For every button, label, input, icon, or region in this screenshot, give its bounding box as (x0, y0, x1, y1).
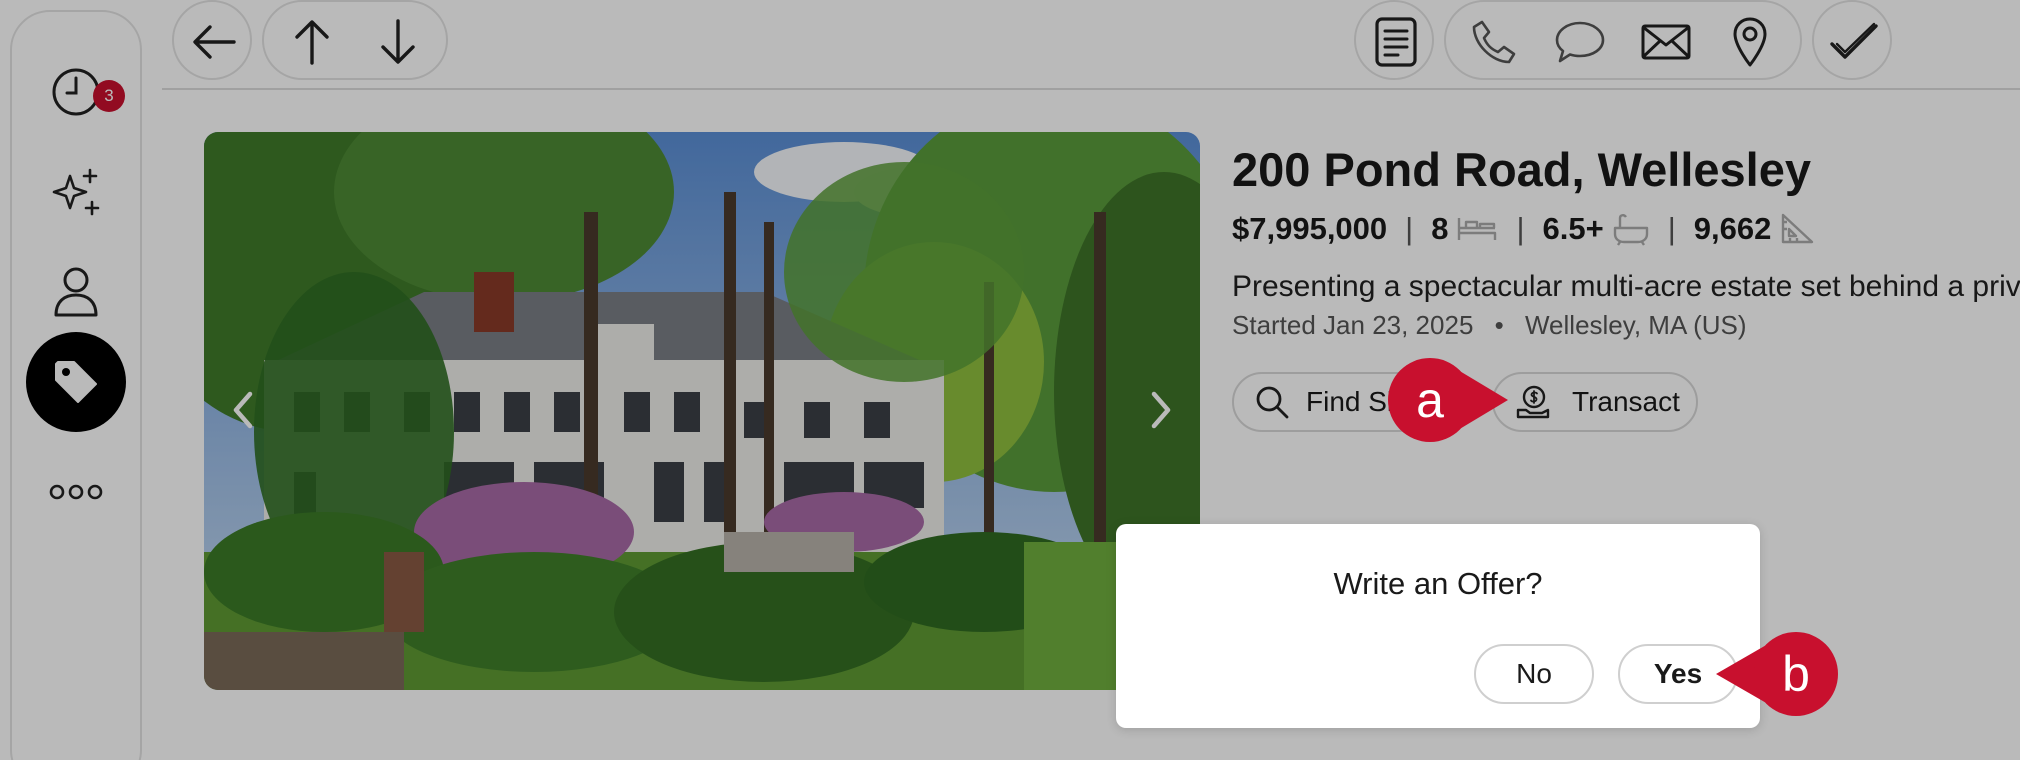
callout-a-label: a (1416, 372, 1444, 428)
dialog-question: Write an Offer? (1333, 566, 1543, 601)
callout-a: a (1388, 358, 1508, 442)
callout-b-label: b (1782, 646, 1810, 702)
no-button[interactable]: No (1474, 644, 1594, 704)
write-offer-dialog: Write an Offer? No Yes (1116, 524, 1760, 728)
callout-b: b (1716, 632, 1838, 716)
